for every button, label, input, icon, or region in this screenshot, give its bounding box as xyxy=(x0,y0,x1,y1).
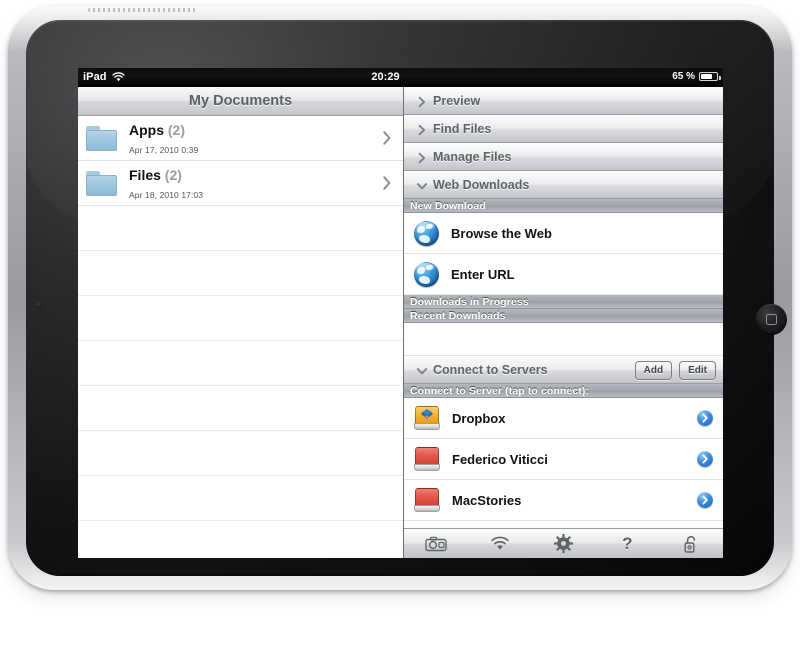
list-item-empty xyxy=(78,251,403,296)
split-view: My Documents Apps (2) Apr 17, 2010 0:39 xyxy=(78,87,723,558)
battery-percent-label: 65 % xyxy=(672,71,695,82)
globe-icon xyxy=(414,220,439,246)
battery-fill xyxy=(701,74,713,79)
accordion-label: Manage Files xyxy=(433,150,512,164)
documents-list: Apps (2) Apr 17, 2010 0:39 Files (2) Apr… xyxy=(78,116,403,558)
chevron-right-icon xyxy=(416,151,428,164)
accordion-manage-files[interactable]: Manage Files xyxy=(404,143,723,171)
accordion-preview[interactable]: Preview xyxy=(404,87,723,115)
home-button-square-icon xyxy=(766,314,777,325)
chevron-down-icon xyxy=(416,179,428,191)
master-title-bar: My Documents xyxy=(78,87,403,116)
server-row-partial[interactable] xyxy=(404,521,723,528)
folder-count: (2) xyxy=(164,166,182,183)
folder-icon xyxy=(86,125,117,151)
status-clock: 20:29 xyxy=(371,71,400,83)
accordion-label: Find Files xyxy=(433,122,492,136)
item-enter-url[interactable]: Enter URL xyxy=(404,254,723,295)
list-item-empty xyxy=(78,521,403,558)
section-header-connect-to-server: Connect to Server (tap to connect): xyxy=(404,384,723,398)
chevron-right-icon xyxy=(416,95,428,108)
server-row-federico-viticci[interactable]: Federico Viticci xyxy=(404,439,723,480)
home-button[interactable] xyxy=(756,304,787,335)
dropbox-logo-icon xyxy=(420,408,434,421)
status-bar-right: 65 % xyxy=(672,71,721,82)
disclosure-icon[interactable] xyxy=(697,492,713,508)
folder-count: (2) xyxy=(167,121,186,138)
list-item-empty xyxy=(78,206,403,251)
chevron-right-icon xyxy=(383,131,391,145)
accordion-actions: Add Edit xyxy=(634,361,716,380)
master-pane: My Documents Apps (2) Apr 17, 2010 0:39 xyxy=(78,87,403,558)
disclosure-icon[interactable] xyxy=(697,410,713,426)
unlock-icon[interactable] xyxy=(674,532,708,556)
section-header-downloads-in-progress: Downloads in Progress xyxy=(404,295,723,309)
camera-icon[interactable] xyxy=(419,532,453,556)
folder-name: Apps xyxy=(129,121,164,138)
list-item-text: Apps (2) Apr 17, 2010 0:39 xyxy=(129,122,198,155)
section-header-new-download: New Download xyxy=(404,199,723,213)
ipad-screen: iPad 20:29 65 % My Documents Apps (2) Ap… xyxy=(78,68,723,558)
add-button[interactable]: Add xyxy=(634,361,673,380)
drive-icon-red xyxy=(414,446,440,472)
wifi-icon[interactable] xyxy=(483,532,517,556)
detail-scroll-area[interactable]: Preview Find Files Manage Files Web Down… xyxy=(404,87,723,528)
folder-name-row: Files (2) xyxy=(129,167,182,183)
accordion-label: Connect to Servers xyxy=(433,363,548,377)
accordion-find-files[interactable]: Find Files xyxy=(404,115,723,143)
help-icon-label: ? xyxy=(622,533,633,553)
edit-button[interactable]: Edit xyxy=(679,361,716,380)
disclosure-icon[interactable] xyxy=(697,451,713,467)
folder-name: Files xyxy=(129,166,161,183)
bottom-toolbar: ? xyxy=(404,528,723,558)
chevron-right-icon xyxy=(383,176,391,190)
item-browse-the-web[interactable]: Browse the Web xyxy=(404,213,723,254)
section-header-label: New Download xyxy=(410,199,486,212)
chevron-right-icon xyxy=(416,123,428,136)
folder-name-row: Apps (2) xyxy=(129,122,185,138)
server-label: Dropbox xyxy=(452,410,506,426)
section-header-label: Connect to Server (tap to connect): xyxy=(410,384,590,397)
server-label: Federico Viticci xyxy=(452,451,548,467)
detail-pane: Preview Find Files Manage Files Web Down… xyxy=(403,87,723,558)
downloads-empty-area xyxy=(404,323,723,356)
item-label: Browse the Web xyxy=(451,225,552,241)
section-header-label: Recent Downloads xyxy=(410,309,506,322)
item-label: Enter URL xyxy=(451,266,515,282)
drive-icon-orange xyxy=(414,405,440,431)
list-item-empty xyxy=(78,476,403,521)
list-item-text: Files (2) Apr 18, 2010 17:03 xyxy=(129,167,203,200)
accordion-label: Web Downloads xyxy=(433,178,530,192)
list-item-empty xyxy=(78,341,403,386)
help-icon[interactable]: ? xyxy=(610,532,644,556)
folder-icon xyxy=(86,170,117,196)
page-title: My Documents xyxy=(188,93,293,109)
server-row-macstories[interactable]: MacStories xyxy=(404,480,723,521)
device-speaker-grille xyxy=(88,8,198,12)
list-item[interactable]: Apps (2) Apr 17, 2010 0:39 xyxy=(78,116,403,161)
section-header-recent-downloads: Recent Downloads xyxy=(404,309,723,323)
list-item-empty xyxy=(78,431,403,476)
accordion-label: Preview xyxy=(433,94,481,108)
list-item[interactable]: Files (2) Apr 18, 2010 17:03 xyxy=(78,161,403,206)
folder-date: Apr 17, 2010 0:39 xyxy=(129,144,199,155)
list-item-empty xyxy=(78,386,403,431)
battery-icon xyxy=(699,72,721,81)
folder-date: Apr 18, 2010 17:03 xyxy=(129,189,204,200)
chevron-down-icon xyxy=(416,364,428,376)
drive-icon-red xyxy=(414,487,440,513)
screenshot-root: iPad 20:29 65 % My Documents Apps (2) Ap… xyxy=(0,0,800,646)
accordion-connect-to-servers[interactable]: Connect to Servers Add Edit xyxy=(404,356,723,384)
section-header-label: Downloads in Progress xyxy=(410,295,529,308)
list-item-empty xyxy=(78,296,403,341)
accordion-web-downloads[interactable]: Web Downloads xyxy=(404,171,723,199)
front-camera-icon xyxy=(37,302,43,308)
globe-icon xyxy=(414,261,439,287)
status-bar: iPad 20:29 65 % xyxy=(78,68,723,87)
server-row-dropbox[interactable]: Dropbox xyxy=(404,398,723,439)
server-label: MacStories xyxy=(452,492,522,508)
gear-icon[interactable] xyxy=(546,532,580,556)
